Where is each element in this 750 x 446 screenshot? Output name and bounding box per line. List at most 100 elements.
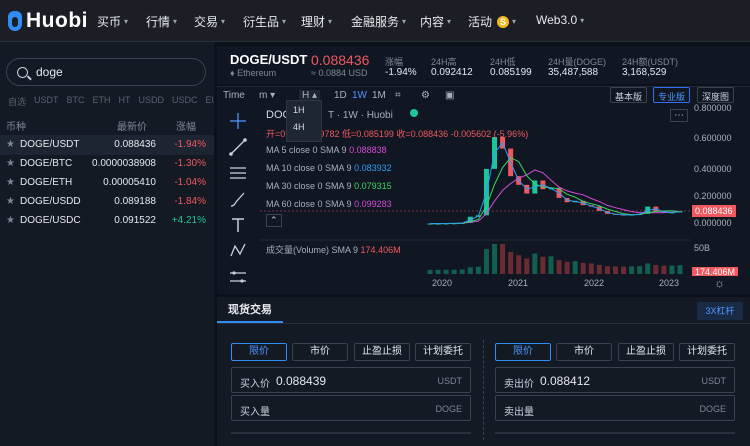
buy-amount-slider[interactable] <box>231 432 471 434</box>
market-row[interactable]: ★ DOGE/USDC 0.091522 +4.21% <box>0 211 214 231</box>
sell-trigger-tab[interactable]: 计划委托 <box>679 343 735 361</box>
ma-legend-4[interactable]: MA 60 close 0 SMA 9 0.099283 <box>266 199 392 209</box>
star-icon[interactable]: ★ <box>6 139 15 150</box>
crosshair-icon[interactable] <box>227 110 249 132</box>
chain-name: Ethereum <box>237 68 277 78</box>
market-row[interactable]: ★ DOGE/USDD 0.089188 -1.84% <box>0 192 214 212</box>
chart-settings-icon[interactable]: ☼ <box>714 276 725 290</box>
pair-price: 0.091522 <box>114 215 156 226</box>
star-icon[interactable]: ★ <box>6 215 15 226</box>
star-icon[interactable]: ★ <box>6 196 15 207</box>
caret-down-icon: ▾ <box>173 17 178 26</box>
measure-icon[interactable] <box>227 266 249 288</box>
interval-1w[interactable]: 1W <box>352 90 367 101</box>
sell-amount-slider[interactable] <box>495 432 735 434</box>
buy-amount-field[interactable]: 买入量 DOGE <box>231 395 471 421</box>
nav-markets[interactable]: 行情 ▾ <box>146 13 177 30</box>
market-search[interactable] <box>6 58 206 86</box>
buy-price-field[interactable]: 买入价 USDT <box>231 367 471 393</box>
tab-usdd[interactable]: USDD <box>139 95 165 109</box>
interval-option-4h[interactable]: 4H <box>287 119 321 135</box>
chart-type-icon[interactable]: ⌗ <box>395 90 401 101</box>
volume-bar <box>475 266 481 274</box>
interval-1m[interactable]: 1M <box>372 90 386 101</box>
screenshot-icon[interactable]: ▣ <box>445 90 454 101</box>
col-symbol[interactable]: 币种 <box>6 118 26 133</box>
market-row[interactable]: ★ DOGE/ETH 0.00005410 -1.04% <box>0 173 214 193</box>
settings-icon[interactable]: ⚙ <box>421 90 430 101</box>
flame-icon <box>8 11 22 31</box>
interval-option-1h[interactable]: 1H <box>287 101 321 119</box>
buy-stop-tab[interactable]: 止盈止损 <box>354 343 410 361</box>
star-icon[interactable]: ★ <box>6 158 15 169</box>
divider <box>483 340 484 440</box>
field-label: 卖出量 <box>504 407 534 418</box>
nav-buy-crypto[interactable]: 买币 ▾ <box>97 13 128 30</box>
volume-bar <box>427 269 433 274</box>
trendline-icon[interactable] <box>227 136 249 158</box>
depth-chart-button[interactable]: 深度图 <box>697 87 735 103</box>
more-options-icon[interactable]: ⋯ <box>670 109 688 122</box>
nav-content[interactable]: 内容 ▾ <box>420 13 451 30</box>
pro-view-button[interactable]: 专业版 <box>653 87 691 103</box>
buy-limit-tab[interactable]: 限价 <box>231 343 287 361</box>
volume-bar <box>500 244 506 274</box>
sell-stop-tab[interactable]: 止盈止损 <box>618 343 674 361</box>
brush-icon[interactable] <box>227 188 249 210</box>
leverage-button[interactable]: 3X杠杆 <box>697 302 743 320</box>
market-row[interactable]: ★ DOGE/BTC 0.0000038908 -1.30% <box>0 154 214 174</box>
nav-earn[interactable]: 理财 ▾ <box>301 13 332 30</box>
ma-name: MA 10 close 0 SMA 9 <box>266 163 352 173</box>
pattern-icon[interactable] <box>227 240 249 262</box>
sell-price-input[interactable] <box>540 374 660 388</box>
horizontal-lines-icon[interactable] <box>227 162 249 184</box>
interval-minutes[interactable]: m ▾ <box>259 90 275 101</box>
search-input[interactable] <box>36 65 186 79</box>
sell-price-field[interactable]: 卖出价 USDT <box>495 367 735 393</box>
tab-usdt[interactable]: USDT <box>34 95 59 109</box>
tab-euro[interactable]: EURO <box>206 95 214 109</box>
ma-legend-1[interactable]: MA 5 close 0 SMA 9 0.088838 <box>266 145 387 155</box>
sell-market-tab[interactable]: 市价 <box>556 343 612 361</box>
interval-time[interactable]: Time <box>223 90 245 101</box>
huobi-logo[interactable]: Huobi <box>8 9 88 33</box>
tab-spot-trade[interactable]: 现货交易 <box>217 299 283 323</box>
y-tick: 0.800000 <box>694 103 732 113</box>
market-row[interactable]: ★ DOGE/USDT 0.088436 -1.94% <box>0 135 214 155</box>
col-change[interactable]: 涨幅 <box>176 118 196 133</box>
volume-bar <box>677 265 683 274</box>
interval-1d[interactable]: 1D <box>334 90 347 101</box>
tab-usdc[interactable]: USDC <box>172 95 198 109</box>
volume-legend[interactable]: 成交量(Volume) SMA 9 174.406M <box>266 243 401 256</box>
nav-label: 内容 <box>420 15 445 29</box>
nav-trade[interactable]: 交易 ▾ <box>194 13 225 30</box>
tab-favorites[interactable]: 自选 <box>8 95 26 109</box>
ma-value: 0.088838 <box>349 145 387 155</box>
nav-web3[interactable]: Web3.0 ▾ <box>536 13 584 27</box>
col-price[interactable]: 最新价 <box>117 118 147 133</box>
sell-amount-field[interactable]: 卖出量 DOGE <box>495 395 735 421</box>
star-icon[interactable]: ★ <box>6 177 15 188</box>
ma-legend-3[interactable]: MA 30 close 0 SMA 9 0.079315 <box>266 181 392 191</box>
nav-events[interactable]: 活动 S ▾ <box>468 13 516 30</box>
buy-market-tab[interactable]: 市价 <box>292 343 348 361</box>
buy-trigger-tab[interactable]: 计划委托 <box>415 343 471 361</box>
caret-down-icon: ▾ <box>328 17 333 26</box>
basic-view-button[interactable]: 基本版 <box>610 87 648 103</box>
pair-symbol: DOGE/ETH <box>20 177 73 188</box>
tab-ht[interactable]: HT <box>119 95 131 109</box>
text-tool-icon[interactable] <box>227 214 249 236</box>
volume-value: 174.406M <box>360 245 401 255</box>
volume-bar <box>580 262 586 274</box>
tab-eth[interactable]: ETH <box>93 95 111 109</box>
nav-finance[interactable]: 金融服务 ▾ <box>351 13 406 30</box>
caret-down-icon: ▾ <box>124 17 129 26</box>
ticker-pair[interactable]: DOGE/USDT <box>230 52 307 67</box>
collapse-legend-icon[interactable]: ⌃ <box>266 214 282 227</box>
ma-legend-2[interactable]: MA 10 close 0 SMA 9 0.083932 <box>266 163 392 173</box>
market-list-header: 币种 最新价 涨幅 <box>0 118 214 133</box>
sell-limit-tab[interactable]: 限价 <box>495 343 551 361</box>
nav-derivatives[interactable]: 衍生品 ▾ <box>243 13 286 30</box>
tab-btc[interactable]: BTC <box>67 95 85 109</box>
buy-price-input[interactable] <box>276 374 396 388</box>
